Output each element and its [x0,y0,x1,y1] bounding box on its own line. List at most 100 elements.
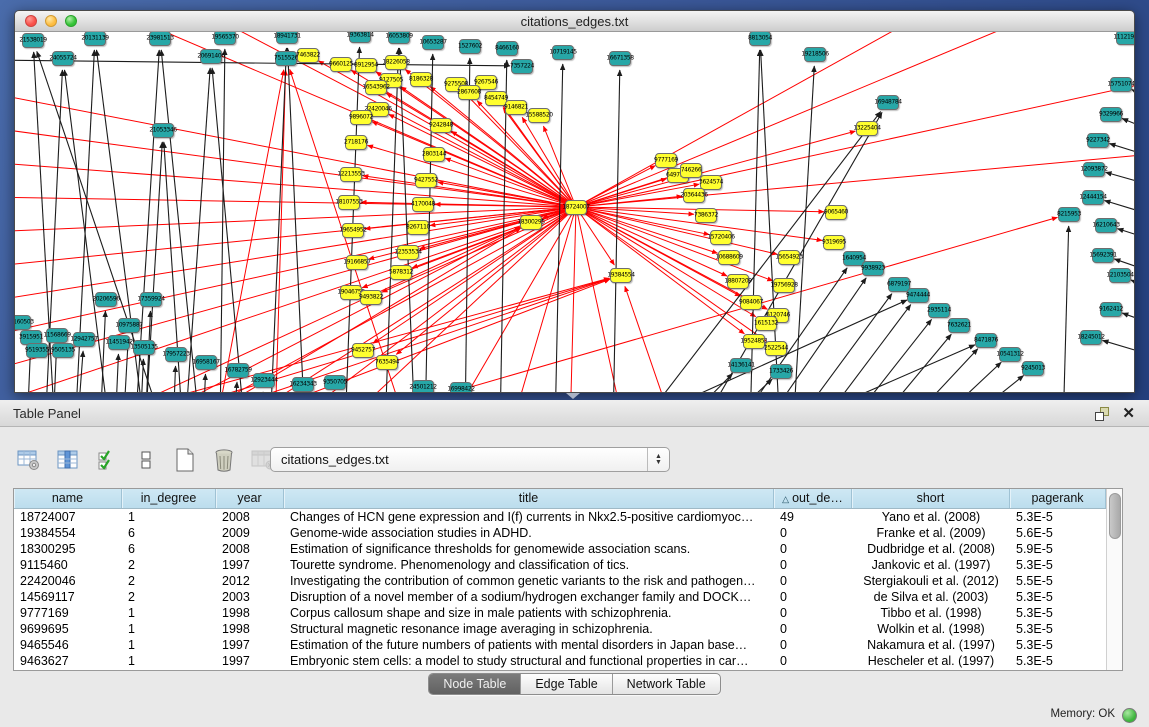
graph-node[interactable]: 8186328 [410,72,432,87]
graph-node[interactable]: 18245012 [1080,330,1102,345]
table-cell[interactable]: 5.9E-5 [1010,541,1106,557]
table-cell[interactable]: 2 [122,557,216,573]
table-cell[interactable]: 0 [774,637,852,653]
graph-node[interactable]: 9777169 [655,153,677,168]
graph-node[interactable]: 9329966 [1100,107,1122,122]
network-window-titlebar[interactable]: citations_edges.txt [15,11,1134,32]
table-cell[interactable]: Estimation of significance thresholds fo… [284,541,774,557]
graph-node[interactable]: 13505135 [133,340,155,355]
table-cell[interactable]: 5.3E-5 [1010,621,1106,637]
table-row[interactable]: 1456911722003Disruption of a novel membe… [14,589,1106,605]
table-cell[interactable]: Tibbo et al. (1998) [852,605,1010,621]
table-cell[interactable]: Franke et al. (2009) [852,525,1010,541]
graph-node[interactable]: 9896072 [350,110,372,125]
graph-node[interactable]: 9427552 [415,173,437,188]
table-cell[interactable]: 5.6E-5 [1010,525,1106,541]
table-cell[interactable]: Embryonic stem cells: a model to study s… [284,653,774,669]
table-cell[interactable]: Stergiakouli et al. (2012) [852,573,1010,589]
row-height-icon[interactable] [133,447,159,473]
table-cell[interactable]: 5.3E-5 [1010,509,1106,525]
graph-node[interactable]: 23981513 [149,32,171,46]
table-cell[interactable]: 0 [774,589,852,605]
graph-node[interactable]: 16998422 [450,382,472,393]
table-cell[interactable]: 1997 [216,557,284,573]
graph-node[interactable]: 11121991 [1116,32,1134,45]
graph-node[interactable]: 15588520 [528,108,550,123]
table-row[interactable]: 969969511998Structural magnetic resonanc… [14,621,1106,637]
column-header-year[interactable]: year [216,489,284,508]
table-row[interactable]: 946362711997Embryonic stem cells: a mode… [14,653,1106,669]
graph-node[interactable]: 11451942 [108,335,130,350]
table-cell[interactable]: Structural magnetic resonance image aver… [284,621,774,637]
table-row[interactable]: 911546021997Tourette syndrome. Phenomeno… [14,557,1106,573]
graph-node[interactable]: 3624574 [700,175,722,190]
graph-node[interactable]: 11568669 [46,328,68,343]
graph-node[interactable]: 10541312 [999,347,1021,362]
column-header-title[interactable]: title [284,489,774,508]
graph-node[interactable]: 19524851 [743,334,765,349]
graph-node[interactable]: 2718176 [345,135,367,150]
table-cell[interactable]: 1997 [216,653,284,669]
graph-node[interactable]: 9350705 [324,375,346,390]
graph-node[interactable]: 8912954 [355,58,377,73]
graph-node[interactable]: 19218506 [804,47,826,62]
graph-node[interactable]: 7386372 [695,208,717,223]
table-cell[interactable]: 1 [122,653,216,669]
table-source-select[interactable]: citations_edges.txt ▲▼ [270,447,670,472]
graph-node[interactable]: 9938923 [862,261,884,276]
graph-node[interactable]: 12093872 [1083,162,1105,177]
table-cell[interactable]: 2012 [216,573,284,589]
table-cell[interactable]: 2 [122,589,216,605]
graph-node[interactable]: 9319695 [823,235,845,250]
table-cell[interactable]: 1997 [216,637,284,653]
graph-node[interactable]: 19363814 [349,32,371,43]
table-cell[interactable]: Genome-wide association studies in ADHD. [284,525,774,541]
table-row[interactable]: 1872400712008Changes of HCN gene express… [14,509,1106,525]
table-cell[interactable]: 18724007 [14,509,122,525]
graph-node[interactable]: 16958167 [195,355,217,370]
graph-node[interactable]: 8813054 [749,32,771,46]
table-cell[interactable]: 5.3E-5 [1010,637,1106,653]
graph-node[interactable]: 15720406 [710,230,732,245]
graph-node[interactable]: 9245013 [1022,361,1044,376]
graph-node[interactable]: 19756928 [773,278,795,293]
graph-node[interactable]: 19166857 [346,255,368,270]
graph-node[interactable]: 12353534 [397,245,419,260]
table-cell[interactable]: 1 [122,637,216,653]
table-cell[interactable]: 2009 [216,525,284,541]
graph-node[interactable]: 13225404 [856,121,878,136]
table-cell[interactable]: 22420046 [14,573,122,589]
graph-node[interactable]: 1615132 [755,316,777,331]
table-row[interactable]: 977716911998Corpus callosum shape and si… [14,605,1106,621]
graph-node-hub[interactable]: 18724007 [565,200,587,215]
column-header-pagerank[interactable]: pagerank [1010,489,1106,508]
panel-resize-handle[interactable] [566,393,580,399]
graph-node[interactable]: 20131139 [84,32,106,46]
graph-node[interactable]: 16210643 [1095,218,1117,233]
graph-node[interactable]: 18941731 [276,32,298,44]
graph-node[interactable]: 7635494 [376,355,398,370]
table-cell[interactable]: 5.3E-5 [1010,557,1106,573]
graph-node[interactable]: 20206596 [95,292,117,307]
graph-node[interactable]: 24055724 [52,51,74,66]
graph-node[interactable]: 18300295 [520,215,542,230]
graph-node[interactable]: 17957223 [165,347,187,362]
graph-node[interactable]: 7632621 [948,318,970,333]
graph-node[interactable]: 9146821 [505,100,527,115]
graph-node[interactable]: 2935114 [928,303,950,318]
graph-node[interactable]: 8215953 [1058,207,1080,222]
table-cell[interactable]: 0 [774,653,852,669]
graph-node[interactable]: 10719145 [552,45,574,60]
graph-node[interactable]: 8466160 [496,41,518,56]
table-cell[interactable]: 9115460 [14,557,122,573]
column-header-short[interactable]: short [852,489,1010,508]
graph-node[interactable]: 9162412 [1100,302,1122,317]
table-cell[interactable]: Changes of HCN gene expression and I(f) … [284,509,774,525]
table-row[interactable]: 2242004622012Investigating the contribut… [14,573,1106,589]
table-cell[interactable]: Nakamura et al. (1997) [852,637,1010,653]
table-cell[interactable]: 49 [774,509,852,525]
graph-node[interactable]: 14136141 [730,358,752,373]
table-cell[interactable]: 1 [122,509,216,525]
graph-node[interactable]: 26160503 [15,315,31,330]
table-cell[interactable]: 14569117 [14,589,122,605]
